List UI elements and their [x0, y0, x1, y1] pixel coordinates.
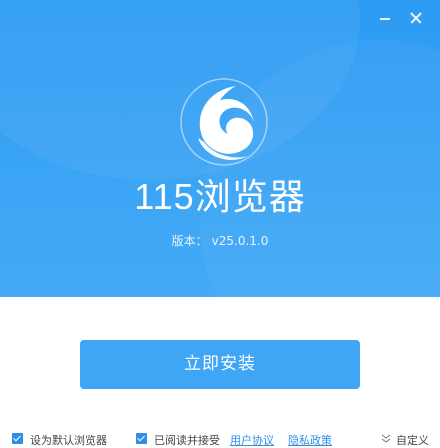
product-name: 115浏览器: [134, 176, 306, 217]
privacy-policy-link[interactable]: 隐私政策: [288, 433, 332, 448]
default-browser-label: 设为默认浏览器: [30, 434, 107, 447]
chevron-down-icon[interactable]: [381, 433, 391, 443]
install-now-button[interactable]: 立即安装: [80, 340, 360, 389]
default-browser-checkbox[interactable]: [12, 433, 23, 444]
swirl-logo-icon: [180, 78, 268, 166]
close-button[interactable]: [406, 8, 426, 28]
header-banner: 115浏览器 版本： v25.0.1.0: [0, 0, 440, 297]
custom-install-link[interactable]: 自定义: [396, 433, 429, 448]
version-value: v25.0.1.0: [211, 234, 269, 248]
user-agreement-link[interactable]: 用户协议: [230, 433, 274, 448]
agreement-label: 已阅读并接受: [154, 434, 220, 447]
agreement-checkbox[interactable]: [136, 433, 147, 444]
minimize-button[interactable]: [375, 8, 395, 28]
version-info: 版本： v25.0.1.0: [0, 232, 440, 250]
version-label: 版本：: [171, 234, 208, 248]
footer-options: 设为默认浏览器 已阅读并接受 用户协议 隐私政策 自定义: [0, 430, 440, 448]
